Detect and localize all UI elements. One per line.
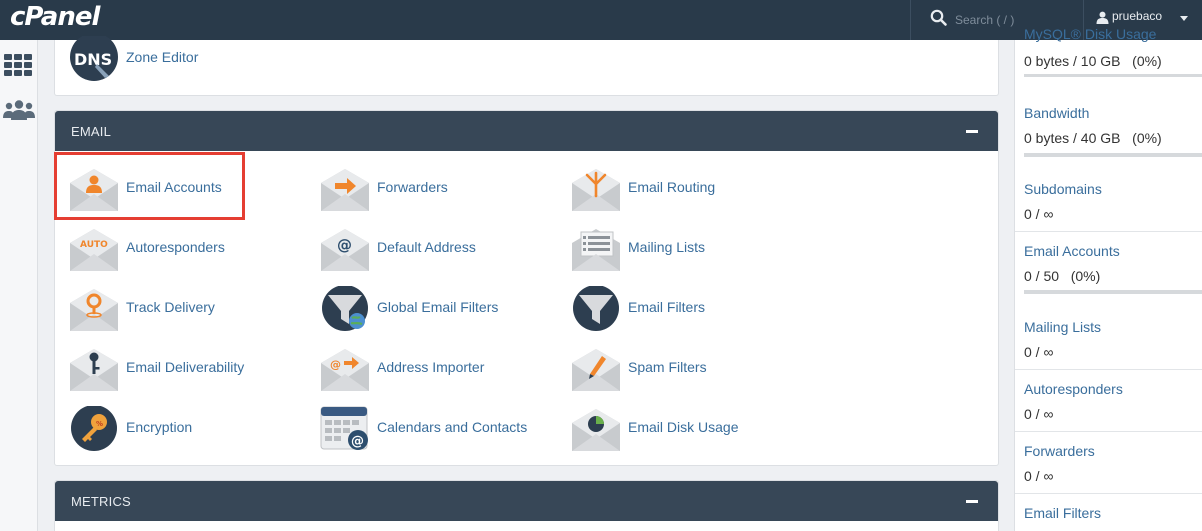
tool-label: Mailing Lists	[628, 239, 706, 255]
stat-value: 0 / 50 (0%)	[1024, 268, 1101, 284]
tool-label: Email Deliverability	[126, 359, 245, 375]
user-manager-button[interactable]	[2, 96, 35, 128]
stat-label[interactable]: Email Accounts	[1024, 243, 1120, 259]
stat-forwarders: Forwarders 0 / ∞	[1015, 438, 1202, 494]
tool-email-deliverability[interactable]: Email Deliverability	[69, 342, 299, 396]
user-icon	[1096, 11, 1109, 24]
tool-label: Zone Editor	[126, 49, 199, 65]
mailing-lists-icon	[572, 229, 620, 271]
forwarders-icon	[321, 169, 369, 211]
svg-text:@: @	[330, 358, 341, 371]
tool-label: Spam Filters	[628, 359, 707, 375]
stat-label[interactable]: Autoresponders	[1024, 381, 1123, 397]
stat-bandwidth: Bandwidth 0 bytes / 40 GB (0%)	[1015, 100, 1202, 157]
stat-label[interactable]: MySQL® Disk Usage	[1024, 26, 1156, 42]
collapse-icon[interactable]	[966, 500, 978, 503]
stat-mysql-disk-usage: MySQL® Disk Usage 0 bytes / 10 GB (0%)	[1015, 26, 1202, 74]
stat-label[interactable]: Bandwidth	[1024, 105, 1089, 121]
encryption-icon: %	[71, 406, 117, 451]
stat-bar	[1024, 74, 1202, 77]
stat-mailing-lists: Mailing Lists 0 / ∞	[1015, 314, 1202, 370]
stat-value: 0 / ∞	[1024, 468, 1054, 484]
global-email-filters-icon	[322, 286, 368, 331]
highlight-box	[54, 152, 245, 220]
tool-label: Email Filters	[628, 299, 706, 315]
tool-spam-filters[interactable]: Spam Filters	[571, 342, 801, 396]
address-importer-icon: @	[321, 349, 369, 391]
autoresponders-icon: AUTO	[70, 229, 118, 271]
stat-label[interactable]: Mailing Lists	[1024, 319, 1101, 335]
stat-label[interactable]: Email Filters	[1024, 505, 1101, 521]
domains-panel: DNS Zone Editor	[54, 36, 999, 96]
grid-icon	[4, 54, 32, 76]
email-deliverability-icon	[70, 349, 118, 391]
stat-value: 0 bytes / 10 GB (0%)	[1024, 53, 1162, 69]
tool-label: Global Email Filters	[377, 299, 499, 315]
metrics-panel: METRICS	[54, 480, 999, 531]
stat-bar	[1024, 290, 1202, 294]
stat-label[interactable]: Forwarders	[1024, 443, 1095, 459]
stat-value: 0 bytes / 40 GB (0%)	[1024, 130, 1162, 146]
tool-track-delivery[interactable]: Track Delivery	[69, 282, 299, 336]
stat-subdomains: Subdomains 0 / ∞	[1015, 176, 1202, 232]
stat-value: 0 / ∞	[1024, 344, 1054, 360]
svg-text:DNS: DNS	[74, 50, 112, 69]
dns-icon: DNS	[70, 36, 118, 81]
spam-filters-icon	[572, 349, 620, 391]
tool-label: Forwarders	[377, 179, 448, 195]
svg-text:@: @	[337, 236, 352, 254]
chevron-down-icon	[1180, 16, 1188, 21]
svg-text:AUTO: AUTO	[80, 240, 108, 250]
tool-mailing-lists[interactable]: Mailing Lists	[571, 222, 801, 276]
tool-encryption[interactable]: % Encryption	[69, 402, 299, 456]
stat-value: 0 / ∞	[1024, 206, 1054, 222]
tool-default-address[interactable]: @ Default Address	[320, 222, 550, 276]
tool-label: Encryption	[126, 419, 193, 435]
collapse-icon[interactable]	[966, 130, 978, 133]
stat-email-accounts: Email Accounts 0 / 50 (0%)	[1015, 238, 1202, 296]
default-address-icon: @	[321, 229, 369, 271]
left-sidebar	[0, 40, 38, 531]
svg-text:%: %	[96, 420, 103, 428]
tool-email-disk-usage[interactable]: Email Disk Usage	[571, 402, 801, 456]
tool-label: Email Disk Usage	[628, 419, 739, 435]
tool-label: Track Delivery	[126, 299, 215, 315]
email-routing-icon	[572, 169, 620, 211]
track-delivery-icon	[70, 289, 118, 331]
svg-text:@: @	[351, 434, 364, 449]
tool-email-routing[interactable]: Email Routing	[571, 162, 801, 216]
tool-global-email-filters[interactable]: Global Email Filters	[320, 282, 550, 336]
tool-autoresponders[interactable]: AUTO Autoresponders	[69, 222, 299, 276]
panel-title: METRICS	[71, 494, 131, 509]
tool-forwarders[interactable]: Forwarders	[320, 162, 550, 216]
tool-label: Calendars and Contacts	[377, 419, 528, 435]
tool-calendars-contacts[interactable]: @ Calendars and Contacts	[320, 402, 560, 456]
tool-label: Email Routing	[628, 179, 716, 195]
tool-label: Address Importer	[377, 359, 485, 375]
stat-bar	[1024, 153, 1202, 157]
username: pruebaco	[1112, 9, 1163, 23]
stat-email-filters: Email Filters	[1015, 500, 1202, 531]
stat-autoresponders: Autoresponders 0 / ∞	[1015, 376, 1202, 432]
tool-label: Default Address	[377, 239, 476, 255]
tool-email-filters[interactable]: Email Filters	[571, 282, 801, 336]
metrics-panel-header[interactable]: METRICS	[55, 481, 998, 521]
email-panel-header[interactable]: EMAIL	[55, 111, 998, 151]
email-filters-icon	[573, 286, 619, 331]
stat-value: 0 / ∞	[1024, 406, 1054, 422]
tool-address-importer[interactable]: @ Address Importer	[320, 342, 550, 396]
stat-label[interactable]: Subdomains	[1024, 181, 1102, 197]
users-icon	[3, 100, 35, 120]
email-disk-usage-icon	[572, 409, 620, 451]
home-grid-button[interactable]	[2, 50, 34, 82]
calendars-contacts-icon: @	[320, 406, 368, 450]
statistics-sidebar: MySQL® Disk Usage 0 bytes / 10 GB (0%) B…	[1014, 26, 1202, 531]
panel-title: EMAIL	[71, 124, 112, 139]
cpanel-logo[interactable]: cPanel	[10, 2, 100, 32]
tool-label: Autoresponders	[126, 239, 225, 255]
tool-zone-editor[interactable]: DNS Zone Editor	[69, 32, 269, 86]
search-icon	[930, 9, 947, 26]
